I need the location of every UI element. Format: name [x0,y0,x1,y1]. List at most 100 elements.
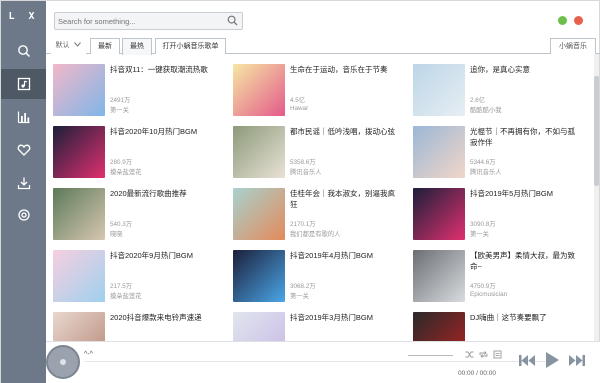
play-count: 217.5万 [110,283,133,290]
play-icon[interactable] [545,351,560,369]
playlist-cover[interactable] [413,64,465,116]
cover-art [413,250,465,302]
playlist-title[interactable]: 【欧美男声】柔情大叔，最为致命~ [470,251,582,272]
play-count: 2491万 [110,97,131,104]
tab-hottest[interactable]: 最热 [122,38,152,55]
time-display: 00:00 / 00:00 [458,370,496,377]
playlist-author: 我们都是有歌的人 [290,231,341,238]
shuffle-icon[interactable] [465,350,474,359]
playlist-cover[interactable] [233,126,285,178]
sidebar-item-download[interactable] [1,168,46,198]
playlist-title[interactable]: 光棍节｜不再拥有你，不如与孤寂作伴 [470,127,582,148]
search-box [54,12,243,30]
playlist-cover[interactable] [413,312,465,341]
cover-art [413,126,465,178]
album-disc[interactable] [46,345,80,379]
app-window: L X 默认 最新 最热 打开小蜗音乐歌单 [0,0,600,383]
playlist-cover[interactable] [233,64,285,116]
playlist-card[interactable]: 生命在于运动，音乐在于节奏 4.5亿 Hawar [226,54,406,116]
sort-select-label: 默认 [55,42,70,49]
playlist-cover[interactable] [233,312,285,341]
playlist-cover[interactable] [413,250,465,302]
playlist-author: 腾讯音乐人 [290,169,322,176]
playlist-cover[interactable] [53,64,105,116]
progress-bar[interactable] [84,361,554,362]
playlist-title[interactable]: 2020最新流行歌曲推荐 [110,189,222,200]
playlist-card[interactable]: 都市民谣｜低吟浅唱，拨动心弦 5358.6万 腾讯音乐人 [226,116,406,178]
playlist-card[interactable]: 2020抖音爆款来电铃声速递 [46,302,226,341]
playlist-title[interactable]: 抖音2020年9月热门BGM [110,251,222,262]
playlist-author: 第一关 [290,293,309,300]
playlist-title[interactable]: 抖音2020年10月热门BGM [110,127,222,138]
playlist-cover[interactable] [53,126,105,178]
playlist-cover[interactable] [53,250,105,302]
chevron-down-icon [74,42,82,47]
playlist-card[interactable]: 【欧美男声】柔情大叔，最为致命~ 4750.9万 Epicmusician [406,240,586,302]
source-select[interactable]: 小蜗音乐 [550,38,596,54]
search-input[interactable] [55,13,223,29]
search-icon [17,45,30,58]
playlist-card[interactable]: 光棍节｜不再拥有你，不如与孤寂作伴 5344.6万 腾讯音乐人 [406,116,586,178]
sidebar-item-settings[interactable] [1,200,46,230]
previous-track-icon[interactable] [519,354,536,367]
playlist-cover[interactable] [53,312,105,341]
close-button[interactable] [574,16,583,25]
playlist-cover[interactable] [233,188,285,240]
sidebar-item-search[interactable] [1,36,46,66]
playlist-title[interactable]: 生命在于运动，音乐在于节奏 [290,65,402,76]
minimize-button[interactable] [558,16,567,25]
scrollbar-thumb[interactable] [594,76,599,186]
playlist-title[interactable]: 抖音2019年3月热门BGM [290,313,402,324]
volume-slider[interactable] [408,355,453,356]
playlist-card[interactable]: 抖音双11：一键获取潮流热歌 2491万 第一关 [46,54,226,116]
playlist-cover[interactable] [413,188,465,240]
playlist-card[interactable]: 抖音2019年5月热门BGM 3090.8万 第一关 [406,178,586,240]
playlist-title[interactable]: DJ嗨曲｜这节奏要飘了 [470,313,582,324]
playlist-cover[interactable] [53,188,105,240]
lyrics-icon[interactable] [493,350,502,359]
playlist-card[interactable]: 抖音2020年9月热门BGM 217.5万摸朵盐莲花 [46,240,226,302]
play-count: 4750.9万 [470,283,496,290]
playlist-card[interactable]: DJ嗨曲｜这节奏要飘了 [406,302,586,341]
playlist-author: Hawar [290,105,309,112]
playlist-card[interactable]: 2020最新流行歌曲推荐 540.3万 晓晓 [46,178,226,240]
playlist-title[interactable]: 2020抖音爆款来电铃声速递 [110,313,222,324]
scrollbar[interactable] [594,54,599,341]
sidebar-item-favorites[interactable] [1,135,46,165]
cover-art [233,126,285,178]
playlist-title[interactable]: 抖音2019年4月热门BGM [290,251,402,262]
playlist-cover[interactable] [233,250,285,302]
tab-open-playlist[interactable]: 打开小蜗音乐歌单 [155,38,226,54]
search-icon[interactable] [227,15,238,26]
playlist-title[interactable]: 抖音双11：一键获取潮流热歌 [110,65,222,76]
playlist-cover[interactable] [413,126,465,178]
playlist-title[interactable]: 佳桂年会｜我本淑女，别逼我疯狂 [290,189,402,210]
heart-icon [17,144,30,156]
play-count: 540.3万 [110,221,133,228]
playlist-card[interactable]: 抖音2019年3月热门BGM [226,302,406,341]
playlist-title[interactable]: 抖音2019年5月热门BGM [470,189,582,200]
playlist-card[interactable]: 佳桂年会｜我本淑女，别逼我疯狂 2170.1万我们都是有歌的人 [226,178,406,240]
sort-select[interactable]: 默认 [51,38,86,54]
cover-art [233,188,285,240]
play-count: 2170.1万 [290,221,316,228]
download-icon [17,177,30,190]
tab-latest[interactable]: 最新 [90,38,120,54]
playlist-card[interactable]: 追你，是真心实意 2.6亿 酷酷酷小我 [406,54,586,116]
playlist-title[interactable]: 都市民谣｜低吟浅唱，拨动心弦 [290,127,402,138]
playlist-author: 酷酷酷小我 [470,107,502,114]
cover-art [53,126,105,178]
playlist-title[interactable]: 追你，是真心实意 [470,65,582,76]
playlist-card[interactable]: 抖音2020年10月热门BGM 280.9万 摸朵盐莲花 [46,116,226,178]
playlist-card[interactable]: 抖音2019年4月热门BGM 3068.2万 第一关 [226,240,406,302]
playlist-author: 第一关 [470,231,489,238]
repeat-icon[interactable] [479,350,488,359]
play-count: 280.9万 [110,159,133,166]
play-count: 3068.2万 [290,283,316,290]
cover-art [413,312,465,341]
sidebar-item-leaderboard[interactable] [1,102,46,132]
playlist-author: 摸朵盐莲花 [110,293,142,300]
next-track-icon[interactable] [568,354,585,367]
sidebar-item-songlist[interactable] [1,69,46,99]
cover-art [233,64,285,116]
